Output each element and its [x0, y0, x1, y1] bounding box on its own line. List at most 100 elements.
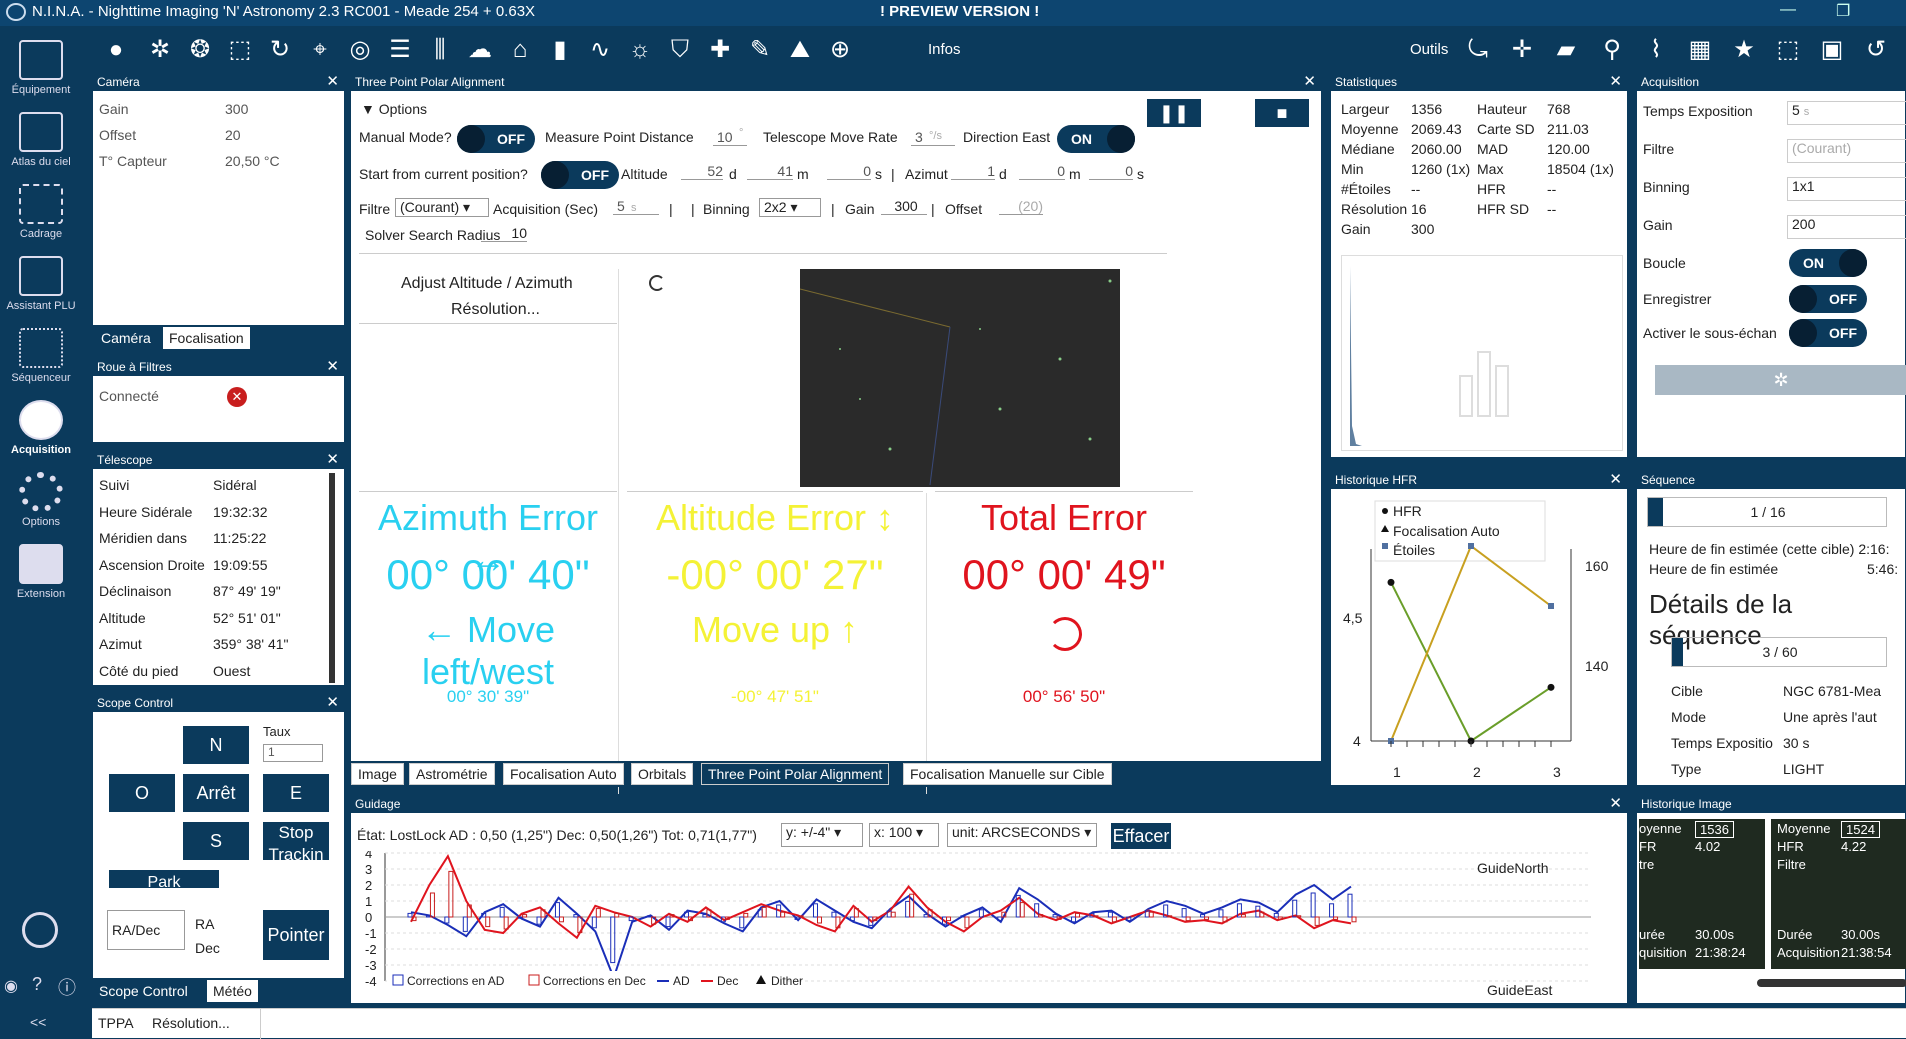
gain-input[interactable]: 300: [881, 198, 927, 215]
help-icon[interactable]: ?: [32, 974, 42, 995]
x-scale-select[interactable]: x: 100 ▾: [869, 823, 939, 847]
minimize-icon[interactable]: —: [1780, 1, 1796, 19]
alt-min-input[interactable]: 41: [747, 163, 793, 180]
tab-weather[interactable]: Météo: [207, 980, 258, 1002]
history-thumb-1[interactable]: oyenne 1536 FR 4.02 tre urée 30.00s quisiti…: [1639, 819, 1765, 969]
aperture-icon[interactable]: ✲: [144, 34, 176, 66]
gain-input[interactable]: 200: [1787, 215, 1906, 239]
mountain-icon[interactable]: ⛰: [784, 34, 816, 66]
y-scale-select[interactable]: y: +/-4" ▾: [781, 823, 863, 847]
loop-toggle[interactable]: ON: [1789, 249, 1867, 277]
radius-input[interactable]: 10: [481, 225, 527, 242]
close-icon[interactable]: ✕: [1303, 72, 1316, 90]
clear-button[interactable]: Effacer: [1111, 823, 1171, 849]
list-icon[interactable]: ☰: [384, 34, 416, 66]
manual-mode-toggle[interactable]: OFF: [457, 125, 535, 153]
close-icon[interactable]: ✕: [1609, 72, 1622, 90]
capture-button[interactable]: ✲: [1655, 365, 1906, 395]
park-button[interactable]: Park: [109, 870, 219, 888]
nav-sky-atlas[interactable]: Atlas du ciel: [0, 112, 82, 168]
south-button[interactable]: S: [183, 822, 249, 860]
az-deg-input[interactable]: 1: [951, 163, 995, 180]
globe-icon[interactable]: ⊕: [824, 34, 856, 66]
history-thumb-2[interactable]: Moyenne 1524 HFR 4.22 Filtre Durée 30.00s A…: [1771, 819, 1906, 969]
tools-swirl-icon[interactable]: ⤿: [1462, 34, 1494, 66]
nav-flat-wizard[interactable]: Assistant PLU: [0, 256, 82, 312]
lightbulb-icon[interactable]: ☼: [624, 34, 656, 66]
calculator-icon[interactable]: ▦: [1684, 34, 1716, 66]
tools-label[interactable]: Outils: [1410, 41, 1448, 58]
slew-button[interactable]: Pointer: [263, 910, 329, 960]
nav-extension[interactable]: Extension: [0, 544, 82, 600]
history-scrollbar[interactable]: [1757, 979, 1906, 987]
plugin-icon[interactable]: ✚: [704, 34, 736, 66]
telescope-scrollbar[interactable]: [329, 473, 335, 683]
eye-icon[interactable]: ◉: [4, 976, 18, 996]
infos-label[interactable]: Infos: [928, 41, 961, 58]
tab-tppa[interactable]: Three Point Polar Alignment: [701, 763, 890, 785]
weather-icon[interactable]: ☁: [464, 34, 496, 66]
tab-focusing[interactable]: Focalisation: [163, 327, 250, 349]
restore-icon[interactable]: ❐: [1836, 1, 1850, 21]
bar-chart-icon[interactable]: ▮: [544, 34, 576, 66]
ruler-icon[interactable]: ▰: [1550, 34, 1582, 66]
start-current-toggle[interactable]: OFF: [541, 161, 619, 189]
autofocus-icon[interactable]: ⬚: [1772, 34, 1804, 66]
crosshair-icon[interactable]: ✛: [1506, 34, 1538, 66]
history-icon[interactable]: ↺: [1860, 34, 1892, 66]
close-icon[interactable]: ✕: [1609, 794, 1622, 812]
exposure-time-input[interactable]: 5 s: [1787, 101, 1906, 125]
star-icon[interactable]: ★: [1728, 34, 1760, 66]
nav-acquisition[interactable]: Acquisition: [0, 400, 82, 456]
east-button[interactable]: E: [263, 774, 329, 812]
brush-icon[interactable]: ⌇: [1640, 34, 1672, 66]
binning-select[interactable]: 1x1: [1787, 177, 1906, 201]
unit-select[interactable]: unit: ARCSECONDS ▾: [947, 823, 1097, 847]
telescope-tool-icon[interactable]: ⌖: [304, 34, 336, 66]
tab-image[interactable]: Image: [351, 763, 404, 785]
collapse-nav-button[interactable]: <<: [30, 1014, 46, 1030]
rotator-icon[interactable]: ↻: [264, 34, 296, 66]
close-icon[interactable]: ✕: [326, 357, 339, 375]
filter-wheel-icon[interactable]: ❂: [184, 34, 216, 66]
sliders-icon[interactable]: ⫼: [424, 34, 456, 66]
filter-select[interactable]: (Courant) ▾: [395, 198, 489, 217]
az-sec-input[interactable]: 0: [1089, 163, 1133, 180]
frame-icon[interactable]: ▣: [1816, 34, 1848, 66]
az-min-input[interactable]: 0: [1019, 163, 1065, 180]
nav-framing[interactable]: Cadrage: [0, 184, 82, 240]
offset-input[interactable]: (20): [999, 198, 1043, 215]
close-icon[interactable]: ✕: [326, 450, 339, 468]
close-icon[interactable]: ✕: [326, 72, 339, 90]
save-toggle[interactable]: OFF: [1789, 285, 1867, 313]
subsample-toggle[interactable]: OFF: [1789, 319, 1867, 347]
stop-icon-button[interactable]: ■: [1255, 99, 1309, 127]
nav-sequencer[interactable]: Séquenceur: [0, 328, 82, 384]
circle-icon[interactable]: ●: [100, 34, 132, 66]
binning-select[interactable]: 2x2 ▾: [759, 198, 821, 217]
nav-equipment[interactable]: Équipement: [0, 40, 82, 96]
close-icon[interactable]: ✕: [326, 693, 339, 711]
west-button[interactable]: O: [109, 774, 175, 812]
alt-deg-input[interactable]: 52: [681, 163, 723, 180]
disconnected-icon[interactable]: ✕: [227, 387, 247, 407]
stop-button[interactable]: Arrêt: [183, 774, 249, 812]
nav-options[interactable]: Options: [0, 472, 82, 528]
direction-toggle[interactable]: ON: [1057, 125, 1135, 153]
tab-camera[interactable]: Caméra: [101, 330, 151, 346]
shield-icon[interactable]: ⛉: [664, 34, 696, 66]
search-icon[interactable]: ⚲: [1596, 34, 1628, 66]
alt-sec-input[interactable]: 0: [827, 163, 871, 180]
power-icon[interactable]: [22, 912, 58, 948]
pause-button[interactable]: ❚❚: [1147, 99, 1201, 127]
filter-select[interactable]: (Courant): [1787, 139, 1906, 163]
stop-tracking-button[interactable]: Stop Trackin: [263, 822, 329, 860]
tab-autofocus[interactable]: Focalisation Auto: [503, 763, 624, 785]
guider-icon[interactable]: ◎: [344, 34, 376, 66]
info-icon[interactable]: ⓘ: [58, 974, 76, 1000]
close-icon[interactable]: ✕: [1609, 470, 1622, 488]
north-button[interactable]: N: [183, 726, 249, 764]
rate-select[interactable]: 1: [263, 744, 323, 762]
coord-type-select[interactable]: RA/Dec: [107, 910, 185, 950]
tab-scope-control[interactable]: Scope Control: [99, 983, 188, 999]
